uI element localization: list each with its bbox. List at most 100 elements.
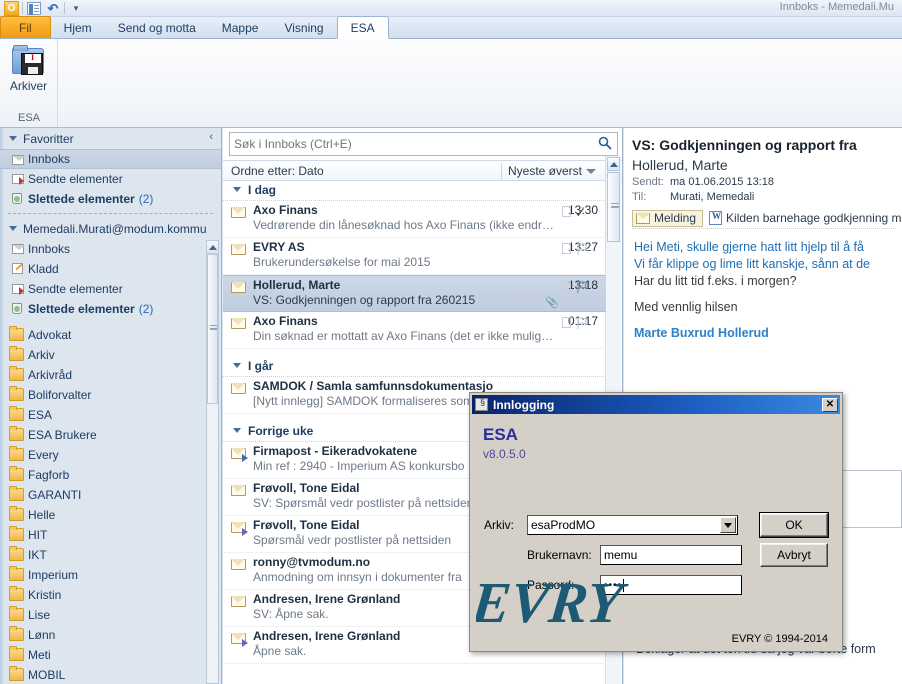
brukernavn-input[interactable]: memu: [600, 545, 742, 565]
sidebar-item-innboks[interactable]: Innboks: [0, 239, 221, 259]
search-input[interactable]: [230, 136, 598, 152]
category-square-icon[interactable]: [562, 243, 571, 254]
sidebar-item-every[interactable]: Every: [0, 445, 221, 465]
sidebar-item-fagforb[interactable]: Fagforb: [0, 465, 221, 485]
search-icon[interactable]: [598, 136, 612, 153]
sidebar-item-label: Innboks: [28, 152, 71, 166]
sidebar-item-label: Slettede elementer: [28, 302, 135, 316]
tab-visning[interactable]: Visning: [271, 17, 336, 38]
body-line: Med vennlig hilsen: [634, 300, 738, 314]
sidebar-item-label: Advokat: [28, 328, 72, 342]
flag-column[interactable]: [562, 242, 602, 268]
account-header[interactable]: Memedali.Murati@modum.kommu: [0, 218, 221, 239]
sidebar-item-helle[interactable]: Helle: [0, 505, 221, 525]
unread-envelope-icon: [230, 558, 247, 571]
sidebar-item-lonn[interactable]: Lønn: [0, 625, 221, 645]
tab-send-og-motta[interactable]: Send og motta: [105, 17, 209, 38]
attachment-name: Kilden barnehage godkjenning m: [726, 211, 902, 225]
sidebar-item-slettede-fav[interactable]: Slettede elementer (2): [0, 189, 221, 209]
flag-column[interactable]: [562, 316, 602, 342]
sort-order-label[interactable]: Nyeste øverst: [508, 164, 582, 178]
customize-icon[interactable]: ▾: [68, 1, 84, 16]
category-square-icon[interactable]: [562, 206, 571, 217]
search-box[interactable]: [229, 132, 618, 156]
tab-fil[interactable]: Fil: [0, 16, 51, 38]
sidebar-item-hit[interactable]: HIT: [0, 525, 221, 545]
ribbon-tab-strip: Fil Hjem Send og motta Mappe Visning ESA: [0, 16, 902, 39]
outlook-icon[interactable]: O: [4, 0, 19, 16]
quick-access-toolbar[interactable]: O ↶ ▾: [4, 0, 84, 16]
inbox-icon: [9, 153, 25, 166]
folder-icon: [9, 326, 24, 341]
sidebar-item-mobil[interactable]: MOBIL: [0, 665, 221, 684]
sidebar-item-slettede[interactable]: Slettede elementer (2): [0, 299, 221, 319]
attachment-item[interactable]: Kilden barnehage godkjenning m: [709, 211, 902, 225]
nav-scroll-up-button[interactable]: [207, 241, 218, 254]
innlogging-dialog[interactable]: Innlogging ✕ ESA v8.0.5.0 Arkiv: esaProd…: [469, 392, 843, 652]
sidebar-item-imperium[interactable]: Imperium: [0, 565, 221, 585]
collapse-pane-icon[interactable]: ‹: [209, 132, 213, 143]
tab-mappe[interactable]: Mappe: [209, 17, 272, 38]
chevron-down-icon[interactable]: [720, 517, 736, 533]
nav-scroll-thumb[interactable]: [207, 254, 218, 404]
tab-hjem[interactable]: Hjem: [51, 17, 105, 38]
category-square-icon[interactable]: [562, 281, 571, 292]
folder-icon: [9, 526, 24, 541]
chevron-down-icon[interactable]: [586, 169, 596, 174]
arkiver-button[interactable]: I Arkiver: [3, 45, 55, 93]
table-row[interactable]: Axo Finans 01:17 Din søknad er mottatt av…: [223, 312, 606, 349]
sidebar-item-arkiv[interactable]: Arkiv: [0, 345, 221, 365]
flag-column[interactable]: [562, 280, 602, 306]
sidebar-item-arkivrad[interactable]: Arkivråd: [0, 365, 221, 385]
sidebar-item-garanti[interactable]: GARANTI: [0, 485, 221, 505]
undo-icon[interactable]: ↶: [45, 1, 61, 16]
body-spacer: [634, 316, 902, 325]
favorites-header[interactable]: Favoritter ‹: [0, 128, 221, 149]
flag-icon[interactable]: [576, 243, 589, 256]
category-square-icon[interactable]: [562, 317, 571, 328]
sidebar-item-esa[interactable]: ESA: [0, 405, 221, 425]
close-icon[interactable]: ✕: [822, 397, 838, 412]
sort-bar[interactable]: Ordne etter: Dato Nyeste øverst: [223, 160, 622, 181]
message-group-header[interactable]: I dag: [223, 179, 606, 201]
sidebar-item-innboks-fav[interactable]: Innboks: [0, 149, 221, 169]
flag-column[interactable]: ✓: [562, 205, 602, 231]
flag-icon[interactable]: [576, 281, 589, 294]
sidebar-item-boliforvalter[interactable]: Boliforvalter: [0, 385, 221, 405]
sidebar-item-label: Sendte elementer: [28, 172, 123, 186]
avbryt-button[interactable]: Avbryt: [760, 543, 828, 567]
ok-button[interactable]: OK: [759, 512, 829, 538]
message-to-row: Til: Murati, Memedali: [632, 191, 902, 203]
group-label: I dag: [248, 182, 277, 197]
tab-melding[interactable]: Melding: [632, 209, 704, 227]
dialog-title-bar[interactable]: Innlogging ✕: [472, 395, 840, 414]
sidebar-item-lise[interactable]: Lise: [0, 605, 221, 625]
esa-version: v8.0.5.0: [483, 447, 526, 461]
sidebar-item-label: Boliforvalter: [28, 388, 92, 402]
sidebar-item-kladd[interactable]: Kladd: [0, 259, 221, 279]
sort-field-label[interactable]: Ordne etter: Dato: [223, 164, 324, 178]
sidebar-item-esa-brukere[interactable]: ESA Brukere: [0, 425, 221, 445]
nav-scrollbar[interactable]: [206, 240, 219, 684]
table-row[interactable]: Hollerud, Marte 13:18 VS: Godkjenningen o…: [223, 275, 606, 312]
sidebar-item-ikt[interactable]: IKT: [0, 545, 221, 565]
table-row[interactable]: Axo Finans 13:30 Vedrørende din lånesøkna…: [223, 201, 606, 238]
sidebar-item-sendte[interactable]: Sendte elementer: [0, 279, 221, 299]
sidebar-item-sendte-fav[interactable]: Sendte elementer: [0, 169, 221, 189]
message-group-header[interactable]: I går: [223, 355, 606, 377]
flag-icon[interactable]: [576, 317, 589, 330]
group-label: Forrige uke: [248, 423, 314, 438]
check-icon[interactable]: ✓: [575, 205, 586, 221]
account-label: Memedali.Murati@modum.kommu: [23, 221, 207, 236]
sidebar-item-advokat[interactable]: Advokat: [0, 325, 221, 345]
sidebar-item-meti[interactable]: Meti: [0, 645, 221, 665]
table-row[interactable]: EVRY AS 13:27 Brukerundersøkelse for mai …: [223, 238, 606, 275]
sent-label: Sendt:: [632, 176, 664, 188]
list-scroll-up-button[interactable]: [607, 157, 620, 171]
arkiv-select[interactable]: esaProdMO: [527, 515, 738, 535]
new-item-icon[interactable]: [26, 1, 42, 16]
sidebar-item-kristin[interactable]: Kristin: [0, 585, 221, 605]
tab-esa[interactable]: ESA: [336, 16, 389, 39]
list-scroll-thumb[interactable]: [607, 172, 620, 242]
folder-icon: [9, 566, 24, 581]
